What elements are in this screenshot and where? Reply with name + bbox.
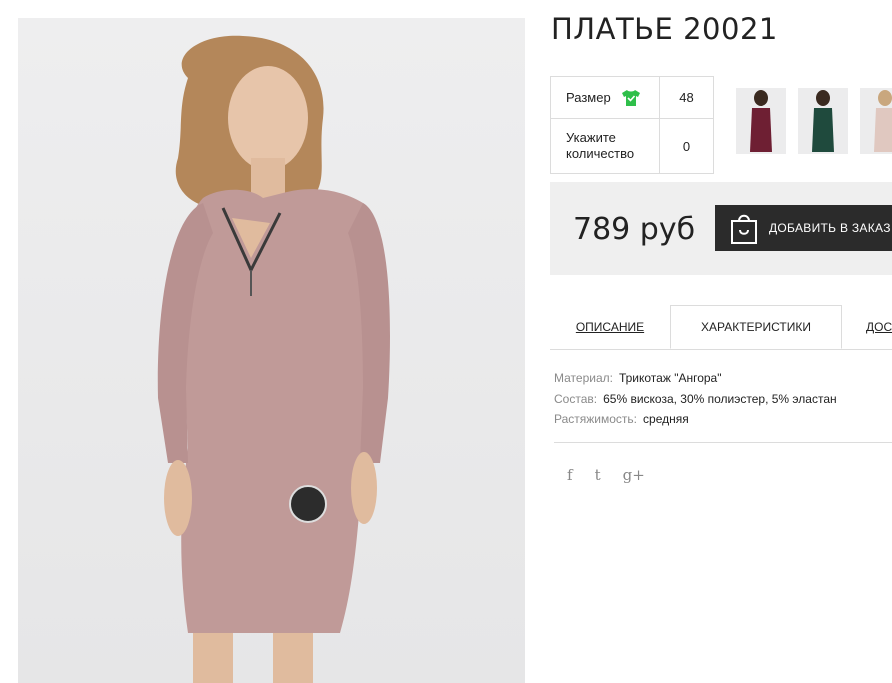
spec-value: 65% вискоза, 30% полиэстер, 5% эластан xyxy=(603,391,837,406)
add-to-order-label: ДОБАВИТЬ В ЗАКАЗ xyxy=(769,221,891,235)
characteristics-list: Материал: Трикотаж "Ангора" Состав: 65% ви… xyxy=(554,368,837,430)
spec-row: Растяжимость: средняя xyxy=(554,409,837,430)
divider xyxy=(554,442,892,443)
thumbnail-green[interactable] xyxy=(798,88,848,154)
thumbnail-gallery xyxy=(736,88,892,154)
tab-description[interactable]: ОПИСАНИЕ xyxy=(550,305,670,349)
size-label: Размер xyxy=(566,90,611,105)
product-options-table: Размер 48 Укажите количество 0 xyxy=(550,76,714,174)
spec-key: Материал: xyxy=(554,371,613,385)
product-title: ПЛАТЬЕ 20021 xyxy=(551,12,778,46)
add-to-order-button[interactable]: ДОБАВИТЬ В ЗАКАЗ xyxy=(715,205,892,251)
spec-key: Состав: xyxy=(554,391,598,406)
spec-row: Состав: 65% вискоза, 30% полиэстер, 5% эл… xyxy=(554,389,837,410)
spec-value: Трикотаж "Ангора" xyxy=(618,371,722,385)
thumbnail-beige[interactable] xyxy=(860,88,892,154)
spec-key: Растяжимость: xyxy=(554,412,638,426)
size-value[interactable]: 48 xyxy=(659,76,714,119)
spec-row: Материал: Трикотаж "Ангора" xyxy=(554,368,837,389)
twitter-icon[interactable]: t xyxy=(595,466,601,484)
tab-delivery[interactable]: ДОСТАВКА xyxy=(842,305,892,349)
shopping-bag-icon xyxy=(731,214,757,244)
facebook-icon[interactable]: f xyxy=(567,466,573,484)
social-share: f t g+ xyxy=(567,466,645,484)
tab-characteristics[interactable]: ХАРАКТЕРИСТИКИ xyxy=(670,305,842,349)
product-tabs: ОПИСАНИЕ ХАРАКТЕРИСТИКИ ДОСТАВКА xyxy=(550,305,892,350)
price-panel: 789 руб ДОБАВИТЬ В ЗАКАЗ xyxy=(550,182,892,275)
thumbnail-burgundy[interactable] xyxy=(736,88,786,154)
product-price: 789 руб xyxy=(573,212,696,247)
spec-value: средняя xyxy=(643,412,689,426)
tshirt-icon[interactable] xyxy=(621,89,641,107)
quantity-label: Укажите количество xyxy=(566,130,635,161)
google-plus-icon[interactable]: g+ xyxy=(623,466,645,484)
quantity-input[interactable]: 0 xyxy=(659,118,714,174)
product-main-photo[interactable] xyxy=(18,18,525,683)
